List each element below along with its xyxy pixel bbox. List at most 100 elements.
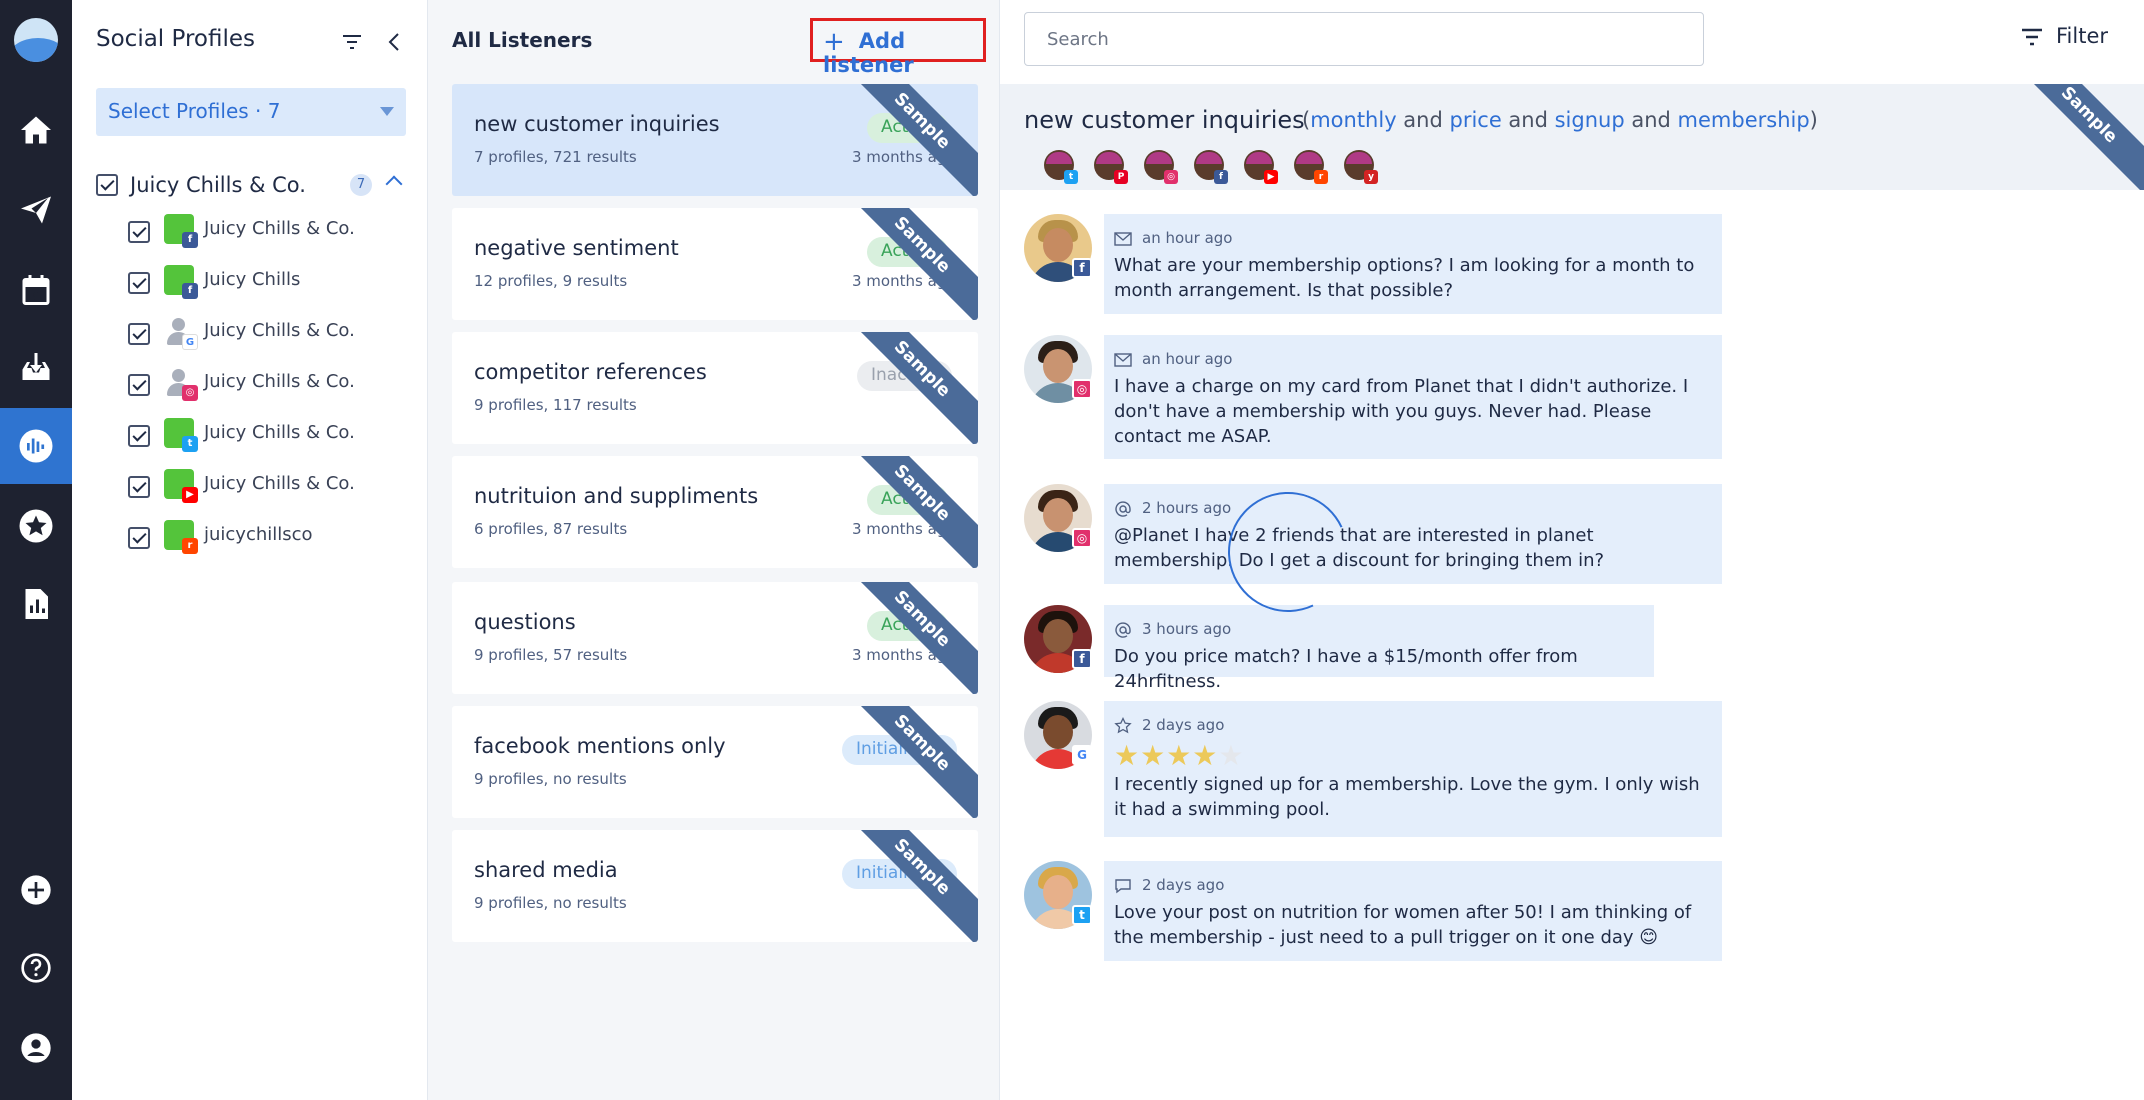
select-profiles-dropdown[interactable]: Select Profiles · 7	[96, 88, 406, 136]
terms-and: and	[1624, 108, 1678, 132]
instagram-icon: ◎	[1164, 170, 1178, 184]
calendar-icon[interactable]: 31	[0, 252, 72, 328]
listener-title: nutrituion and suppliments	[474, 484, 759, 508]
profile-avatar: r	[1294, 150, 1328, 184]
add-listener-button[interactable]: + Add listener	[810, 18, 986, 77]
profile-item[interactable]: ◎ Juicy Chills & Co.	[128, 365, 408, 405]
twitter-icon: t	[1072, 905, 1092, 925]
term-keyword: membership	[1677, 108, 1810, 132]
listener-title: questions	[474, 610, 576, 634]
listener-meta: 12 profiles, 9 results	[474, 272, 628, 290]
message-text: What are your membership options? I am l…	[1114, 255, 1695, 301]
message-bubble: 2 days ago ★★★★★ I recently signed up fo…	[1104, 701, 1722, 837]
profile-checkbox[interactable]	[128, 476, 150, 498]
profile-item[interactable]: f Juicy Chills	[128, 263, 408, 303]
sample-ribbon: Sample	[2002, 84, 2144, 190]
message-time: an hour ago	[1142, 350, 1233, 368]
filter-icon[interactable]	[340, 30, 364, 54]
add-circle-icon[interactable]	[0, 852, 72, 928]
facebook-icon: f	[182, 283, 198, 299]
message-text: I recently signed up for a membership. L…	[1114, 774, 1700, 820]
star-rating: ★★★★★	[1114, 739, 1245, 772]
account-icon[interactable]	[0, 1010, 72, 1086]
listener-meta: 9 profiles, no results	[474, 894, 627, 912]
message-time: 2 days ago	[1142, 716, 1225, 734]
message-time: 2 hours ago	[1142, 499, 1232, 517]
profile-item[interactable]: t Juicy Chills & Co.	[128, 416, 408, 456]
message-bubble: 3 hours ago Do you price match? I have a…	[1104, 605, 1654, 692]
home-icon[interactable]	[0, 92, 72, 168]
listener-meta: 9 profiles, 57 results	[474, 646, 628, 664]
profile-name: Juicy Chills & Co.	[204, 422, 355, 443]
message-text: Love your post on nutrition for women af…	[1114, 902, 1692, 948]
profile-checkbox[interactable]	[128, 323, 150, 345]
envelope-icon	[1114, 231, 1132, 246]
listener-title: negative sentiment	[474, 236, 679, 260]
inbox-icon[interactable]	[0, 330, 72, 406]
listeners-column: All Listeners + Add listener new customer…	[428, 0, 1000, 1100]
profile-avatar: ◎	[1144, 150, 1178, 184]
app-logo[interactable]	[14, 18, 58, 62]
profile-checkbox[interactable]	[128, 374, 150, 396]
profile-checkbox[interactable]	[128, 221, 150, 243]
listener-meta: 9 profiles, 117 results	[474, 396, 637, 414]
help-icon[interactable]	[0, 930, 72, 1006]
profile-name: Juicy Chills	[204, 269, 301, 290]
send-icon[interactable]	[0, 172, 72, 248]
facebook-icon: f	[1072, 649, 1092, 669]
listeners-heading: All Listeners	[452, 28, 593, 52]
chevron-left-icon[interactable]	[384, 30, 406, 54]
instagram-icon: ◎	[1072, 379, 1092, 399]
message-bubble: an hour ago What are your membership opt…	[1104, 214, 1722, 314]
reddit-icon: r	[1314, 170, 1328, 184]
terms-and: and	[1396, 108, 1450, 132]
listener-meta: 7 profiles, 721 results	[474, 148, 637, 166]
pinterest-icon: P	[1114, 170, 1128, 184]
listener-title: new customer inquiries	[474, 112, 720, 136]
chevron-up-icon[interactable]	[385, 175, 403, 193]
listener-card[interactable]: nutrituion and suppliments 6 profiles, 8…	[452, 456, 978, 568]
message-time: 3 hours ago	[1142, 620, 1232, 638]
listener-card[interactable]: facebook mentions only 9 profiles, no re…	[452, 706, 978, 818]
twitter-icon: t	[182, 436, 198, 452]
detail-header: new customer inquiries (monthly and pric…	[1000, 84, 2144, 190]
profile-group[interactable]: Juicy Chills & Co. 7	[96, 170, 406, 202]
star-badge-icon[interactable]	[0, 488, 72, 564]
panel-title: Social Profiles	[96, 26, 256, 52]
listener-card[interactable]: new customer inquiries 7 profiles, 721 r…	[452, 84, 978, 196]
star-outline-icon	[1114, 716, 1132, 733]
term-keyword: signup	[1554, 108, 1625, 132]
message-bubble: 2 days ago Love your post on nutrition f…	[1104, 861, 1722, 961]
at-sign-icon	[1115, 621, 1131, 638]
youtube-icon: ▶	[1264, 170, 1278, 184]
profile-item[interactable]: f Juicy Chills & Co.	[128, 212, 408, 252]
profile-item[interactable]: G Juicy Chills & Co.	[128, 314, 408, 354]
caret-down-icon	[380, 107, 394, 116]
filter-button[interactable]: Filter	[2020, 24, 2108, 48]
twitter-icon: t	[1064, 170, 1078, 184]
filter-icon	[2022, 28, 2042, 46]
listener-meta: 6 profiles, 87 results	[474, 520, 628, 538]
terms-paren: (	[1302, 108, 1311, 132]
profile-checkbox[interactable]	[128, 272, 150, 294]
listener-meta: 9 profiles, no results	[474, 770, 627, 788]
listener-card[interactable]: competitor references 9 profiles, 117 re…	[452, 332, 978, 444]
listener-card[interactable]: questions 9 profiles, 57 results Active …	[452, 582, 978, 694]
at-sign-icon	[1115, 500, 1131, 517]
group-checkbox[interactable]	[96, 174, 118, 196]
profile-name: Juicy Chills & Co.	[204, 320, 355, 341]
listener-title: shared media	[474, 858, 618, 882]
profile-item[interactable]: r juicychillsco	[128, 518, 408, 558]
profile-name: Juicy Chills & Co.	[204, 371, 355, 392]
profile-checkbox[interactable]	[128, 527, 150, 549]
listening-icon[interactable]	[0, 408, 72, 484]
listener-card[interactable]: negative sentiment 12 profiles, 9 result…	[452, 208, 978, 320]
listener-detail: Filter new customer inquiries (monthly a…	[1000, 0, 2144, 1100]
profile-checkbox[interactable]	[128, 425, 150, 447]
reports-icon[interactable]	[0, 566, 72, 642]
listener-title: competitor references	[474, 360, 707, 384]
listener-card[interactable]: shared media 9 profiles, no results Init…	[452, 830, 978, 942]
search-input[interactable]	[1024, 12, 1704, 66]
profile-item[interactable]: ▶ Juicy Chills & Co.	[128, 467, 408, 507]
yelp-icon: y	[1364, 170, 1378, 184]
